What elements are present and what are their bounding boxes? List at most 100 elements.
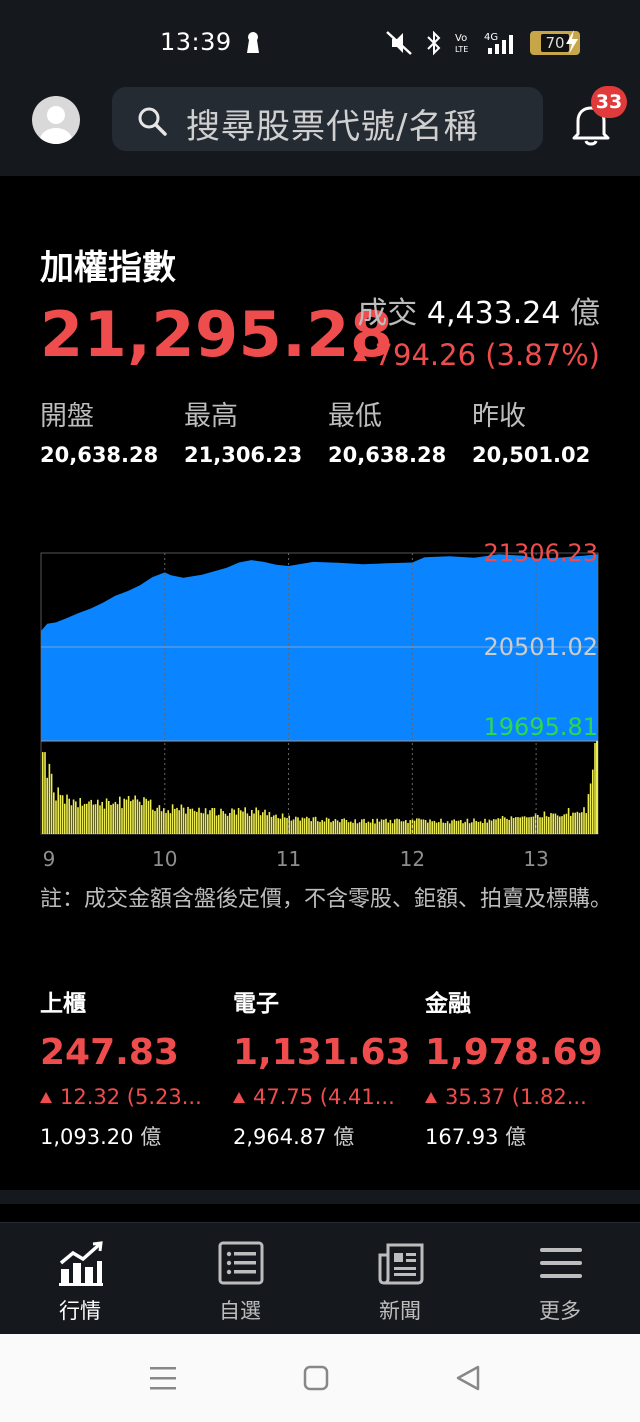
volume-bar: [246, 813, 249, 834]
volume-bar: [328, 818, 330, 834]
volume-bar: [200, 812, 202, 834]
system-nav-bar: [0, 1334, 640, 1422]
volume-bar: [429, 819, 431, 834]
stat-label: 最低: [328, 401, 382, 432]
sub-index-change-value: 35.37 (1.82...: [445, 1085, 587, 1109]
up-arrow-icon: [425, 1091, 437, 1103]
volume-bar: [576, 811, 579, 834]
volume-bar: [171, 804, 174, 834]
home-icon[interactable]: [302, 1364, 330, 1392]
volume-bar: [556, 815, 559, 834]
volume-bar: [312, 817, 315, 834]
volume-bar: [449, 823, 451, 834]
sub-index-otc[interactable]: 上櫃 247.83 12.32 (5.23... 1,093.20 億: [40, 984, 220, 1151]
volume-bar: [119, 796, 121, 834]
volume-bar: [347, 822, 350, 834]
sub-index-name: 上櫃: [40, 991, 86, 1017]
volume-bar: [70, 805, 73, 834]
intraday-chart-svg: 21306.23 20501.02 19695.81 9 10 11 12 13: [40, 539, 599, 871]
volume-bar: [224, 813, 227, 834]
sub-index-finance[interactable]: 金融 1,978.69 35.37 (1.82... 167.93 億: [425, 984, 605, 1151]
volume-bar: [477, 821, 480, 834]
volume-bar: [508, 819, 510, 834]
volume-bar: [218, 814, 220, 834]
sub-index-change: 47.75 (4.41...: [233, 1085, 413, 1109]
volume-bar: [495, 819, 497, 834]
back-icon[interactable]: [454, 1364, 482, 1392]
nav-item-more[interactable]: 更多: [505, 1223, 615, 1335]
volume-bar: [237, 808, 240, 834]
index-stats: 開盤 20,638.28 最高 21,306.23 最低 20,638.28 昨…: [40, 394, 620, 474]
volume-bar: [325, 817, 328, 834]
volume-bar: [387, 822, 389, 834]
volume-bar: [222, 811, 224, 834]
volume-bar: [420, 819, 422, 834]
volume-bar: [541, 817, 543, 834]
volume-bar: [125, 799, 128, 834]
x-axis-label: 13: [523, 847, 548, 871]
volume-bar: [504, 817, 506, 834]
up-arrow-icon: [352, 349, 367, 361]
volume-bar: [321, 820, 323, 834]
volume-bar: [264, 809, 266, 834]
volume-bar: [550, 813, 552, 834]
volume-bar: [442, 822, 444, 834]
nav-item-news[interactable]: 新聞: [345, 1223, 455, 1335]
volume-bar: [297, 817, 299, 834]
volume-bar: [50, 773, 53, 834]
volume-bar: [191, 808, 194, 834]
volume-bar: [66, 794, 68, 834]
volume-bar: [378, 821, 381, 834]
sub-index-volume: 2,964.87 億: [233, 1121, 413, 1151]
svg-text:4G: 4G: [484, 32, 498, 43]
volume-bar: [207, 814, 209, 834]
volume-bar: [229, 813, 231, 834]
volume-bar: [292, 819, 295, 834]
volume-bar: [213, 808, 216, 834]
avatar[interactable]: [32, 96, 80, 144]
volume-bar: [279, 818, 282, 834]
volume-bar: [363, 818, 365, 834]
intraday-chart[interactable]: 21306.23 20501.02 19695.81 9 10 11 12 13: [0, 520, 640, 880]
volume-bar: [215, 815, 218, 834]
volume-bar: [105, 798, 108, 834]
nav-item-watchlist[interactable]: 自選: [185, 1223, 295, 1335]
volume-bar: [57, 787, 59, 834]
sub-index-electronics[interactable]: 電子 1,131.63 47.75 (4.41... 2,964.87 億: [233, 984, 413, 1151]
nav-item-market[interactable]: 行情: [25, 1223, 135, 1335]
stat-value: 21,306.23: [184, 443, 303, 467]
volume-bar: [433, 820, 436, 834]
volume-bar: [482, 823, 484, 834]
list-icon: [218, 1241, 264, 1285]
volume-bar: [317, 821, 319, 834]
volume-bar: [356, 823, 359, 834]
recent-apps-icon[interactable]: [148, 1364, 178, 1392]
volume-bar: [196, 811, 198, 834]
volume-bar: [358, 822, 361, 834]
volume-bar: [178, 810, 180, 834]
volume-bar: [270, 816, 273, 834]
volume-bar: [220, 808, 222, 834]
volume-bar: [350, 821, 352, 834]
volume-bar: [299, 820, 301, 834]
volume-bar: [493, 819, 495, 834]
turnover: 成交 4,433.24 億: [357, 288, 600, 332]
volume-bar: [385, 818, 387, 834]
volume-bar: [510, 816, 513, 834]
volume-bar: [407, 823, 409, 834]
volume-bar: [578, 812, 581, 834]
volume-bar: [138, 801, 141, 834]
sub-index-name: 電子: [233, 991, 279, 1017]
volume-bar: [314, 816, 317, 834]
volume-bar: [108, 801, 110, 834]
volume-bar: [86, 803, 88, 834]
volume-bar: [145, 798, 147, 834]
turnover-note: 註：成交金額含盤後定價，不含零股、鉅額、拍賣及標購。: [40, 887, 613, 912]
volume-bar: [519, 817, 521, 834]
volume-bar: [253, 813, 255, 834]
volume-bar: [565, 813, 568, 834]
volume-bar: [506, 818, 508, 834]
volume-bar: [563, 814, 565, 834]
volume-bar: [121, 808, 123, 834]
search-input[interactable]: 搜尋股票代號/名稱: [112, 87, 543, 151]
